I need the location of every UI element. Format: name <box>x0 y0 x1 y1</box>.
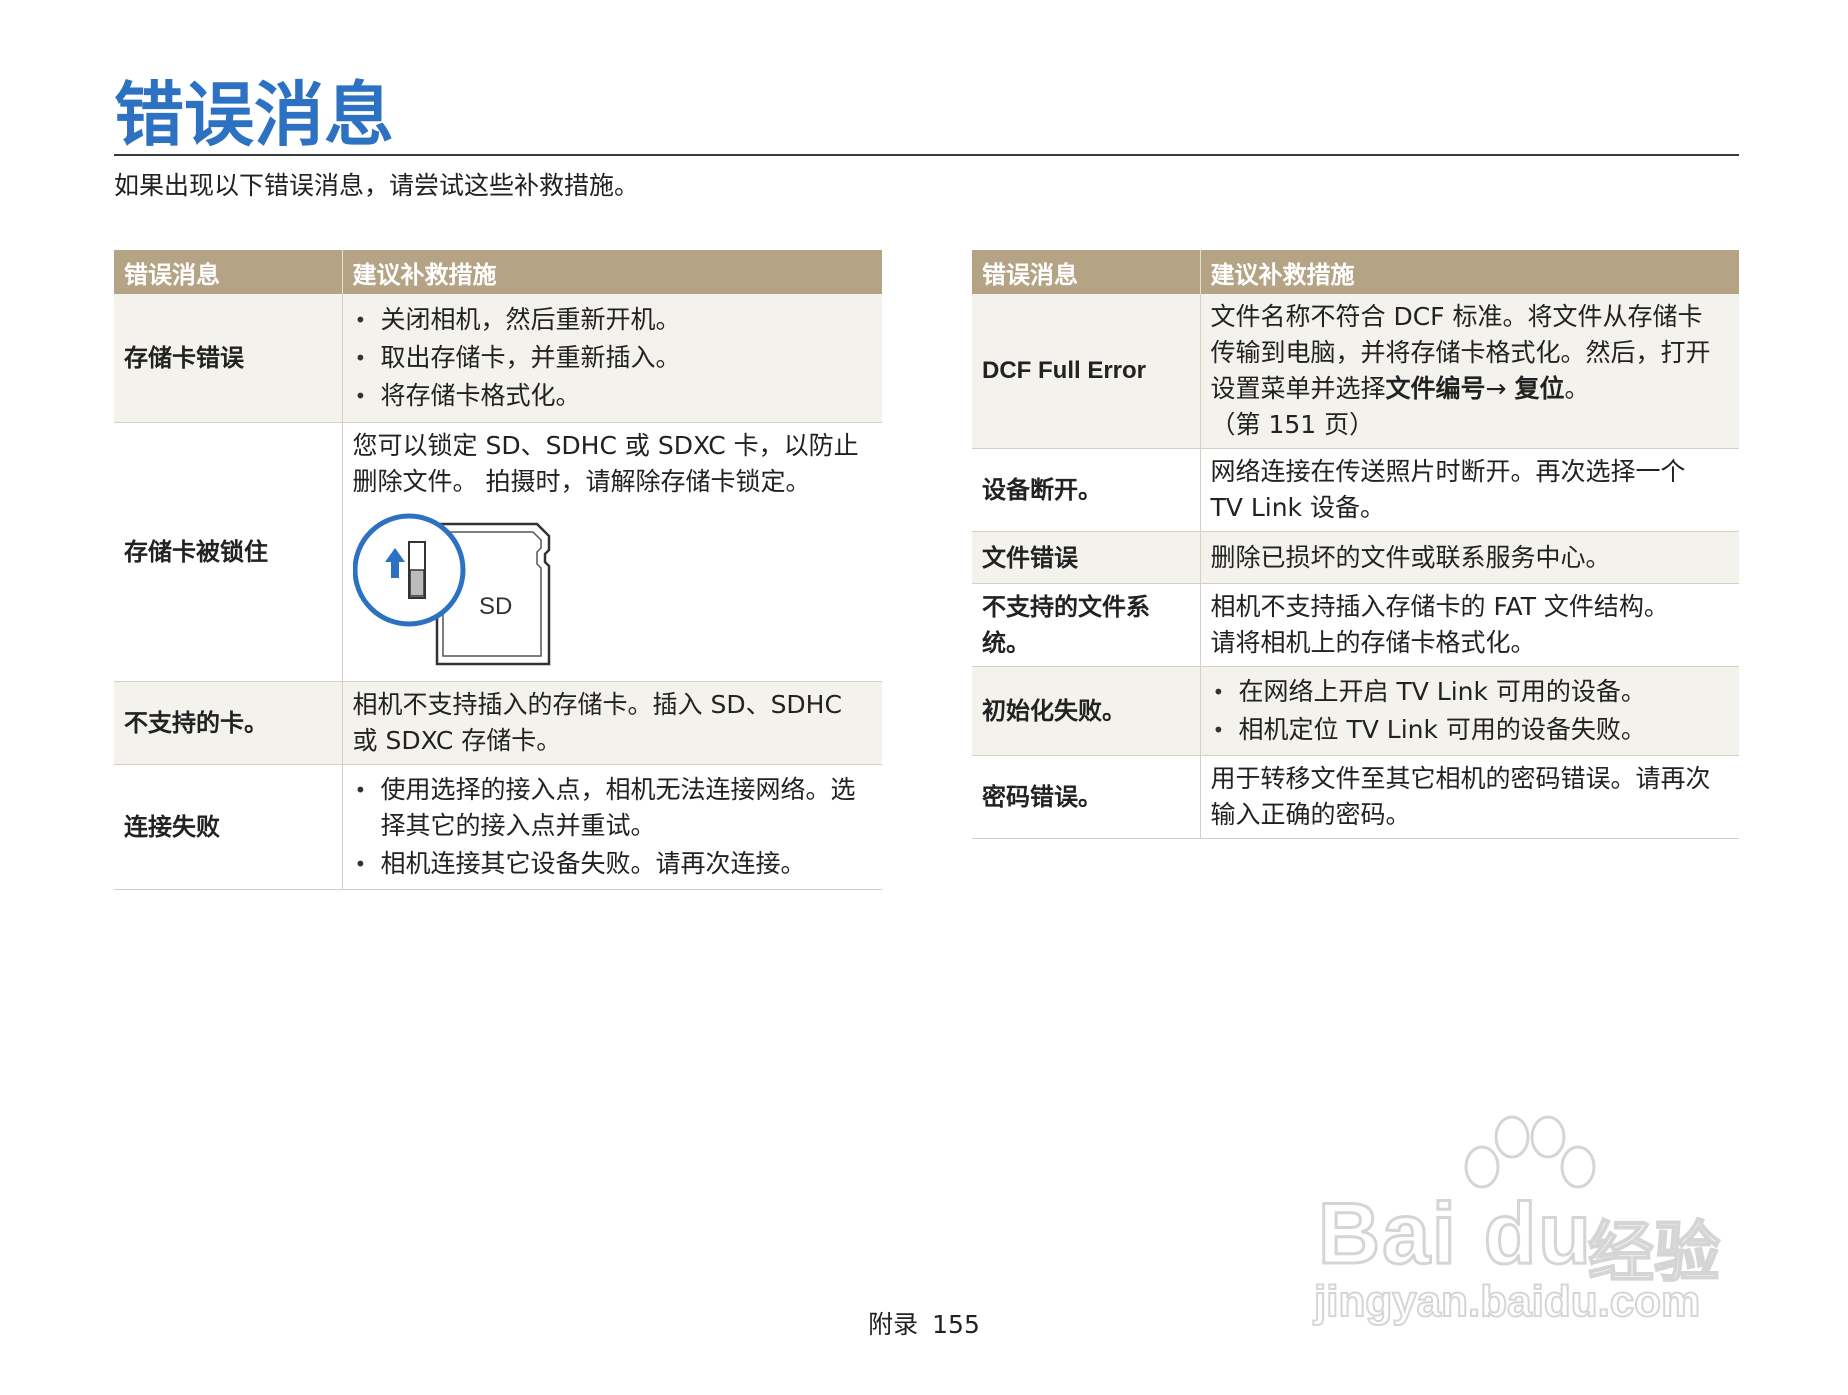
error-table-right: 错误消息 建议补救措施 DCF Full Error 文件名称不符合 DCF 标… <box>972 250 1739 839</box>
error-message-cell: 存储卡错误 <box>114 294 343 423</box>
page-number: 155 <box>932 1310 980 1339</box>
remedy-cell: 您可以锁定 SD、SDHC 或 SDXC 卡，以防止 删除文件。 拍摄时，请解除… <box>342 422 882 682</box>
table-row: 连接失败 使用选择的接入点，相机无法连接网络。选择其它的接入点并重试。 相机连接… <box>114 764 882 890</box>
table-row: DCF Full Error 文件名称不符合 DCF 标准。将文件从存储卡 传输… <box>972 294 1739 449</box>
remedy-list: 在网络上开启 TV Link 可用的设备。 相机定位 TV Link 可用的设备… <box>1211 674 1730 748</box>
list-item: 关闭相机，然后重新开机。 <box>353 302 873 338</box>
error-message-cell: 设备断开。 <box>972 448 1201 532</box>
remedy-list: 关闭相机，然后重新开机。 取出存储卡，并重新插入。 将存储卡格式化。 <box>353 302 873 414</box>
baidu-jingyan-watermark: Bai du 经验 jingyan.baidu.com <box>1310 1115 1750 1330</box>
list-item: 相机连接其它设备失败。请再次连接。 <box>353 846 873 882</box>
error-message-cell: 密码错误。 <box>972 755 1201 839</box>
remedy-cell: 删除已损坏的文件或联系服务中心。 <box>1200 531 1739 584</box>
table-header-row: 错误消息 建议补救措施 <box>972 250 1739 294</box>
arrow-glyph: → <box>1485 374 1515 403</box>
sd-card-lock-illustration: SD <box>352 513 550 665</box>
list-item: 在网络上开启 TV Link 可用的设备。 <box>1211 674 1730 710</box>
list-item: 相机定位 TV Link 可用的设备失败。 <box>1211 712 1730 748</box>
remedy-text-line: 删除文件。 拍摄时，请解除存储卡锁定。 <box>352 466 811 496</box>
table-row: 初始化失败。 在网络上开启 TV Link 可用的设备。 相机定位 TV Lin… <box>972 666 1739 756</box>
column-header-message: 错误消息 <box>972 250 1200 294</box>
column-header-remedy: 建议补救措施 <box>341 250 882 294</box>
remedy-text-line: 设置菜单并选择文件编号→ 复位。 <box>1211 371 1730 407</box>
footer-section: 附录 <box>868 1310 919 1339</box>
sd-card-label: SD <box>479 593 512 620</box>
remedy-cell: 文件名称不符合 DCF 标准。将文件从存储卡 传输到电脑，并将存储卡格式化。然后… <box>1200 294 1739 449</box>
table-row: 存储卡被锁住 您可以锁定 SD、SDHC 或 SDXC 卡，以防止 删除文件。 … <box>114 422 882 682</box>
page-footer: 附录 155 <box>0 1305 1848 1341</box>
remedy-cell: 关闭相机，然后重新开机。 取出存储卡，并重新插入。 将存储卡格式化。 <box>342 294 882 423</box>
remedy-text-line: 用于转移文件至其它相机的密码错误。请再次 <box>1210 764 1711 793</box>
table-row: 设备断开。 网络连接在传送照片时断开。再次选择一个 TV Link 设备。 <box>972 448 1739 532</box>
remedy-text: 设置菜单并选择 <box>1210 374 1386 403</box>
remedy-text-line: 文件名称不符合 DCF 标准。将文件从存储卡 <box>1210 302 1703 331</box>
intro-text: 如果出现以下错误消息，请尝试这些补救措施。 <box>114 171 640 200</box>
remedy-text-line: 请将相机上的存储卡格式化。 <box>1210 628 1536 657</box>
remedy-text-line: 或 SDXC 存储卡。 <box>352 725 562 755</box>
remedy-cell: 用于转移文件至其它相机的密码错误。请再次 输入正确的密码。 <box>1200 755 1739 839</box>
error-message-cell: 连接失败 <box>114 764 343 890</box>
column-header-remedy: 建议补救措施 <box>1199 250 1739 294</box>
remedy-text-line: 删除已损坏的文件或联系服务中心。 <box>1210 542 1611 572</box>
remedy-text-line: 网络连接在传送照片时断开。再次选择一个 <box>1210 457 1686 486</box>
table-header-row: 错误消息 建议补救措施 <box>114 250 882 294</box>
remedy-text-line: 相机不支持插入存储卡的 FAT 文件结构。 <box>1210 592 1669 621</box>
table-row: 密码错误。 用于转移文件至其它相机的密码错误。请再次 输入正确的密码。 <box>972 755 1739 839</box>
remedy-cell: 在网络上开启 TV Link 可用的设备。 相机定位 TV Link 可用的设备… <box>1200 666 1739 756</box>
title-divider <box>114 154 1739 156</box>
menu-path-file-number: 文件编号 <box>1385 374 1486 403</box>
remedy-cell: 相机不支持插入的存储卡。插入 SD、SDHC 或 SDXC 存储卡。 <box>342 681 882 765</box>
error-message-cell: 存储卡被锁住 <box>114 422 343 682</box>
menu-path-reset: 复位 <box>1514 374 1565 403</box>
table-row: 文件错误 删除已损坏的文件或联系服务中心。 <box>972 531 1739 584</box>
table-row: 存储卡错误 关闭相机，然后重新开机。 取出存储卡，并重新插入。 将存储卡格式化。 <box>114 294 882 423</box>
table-row: 不支持的卡。 相机不支持插入的存储卡。插入 SD、SDHC 或 SDXC 存储卡… <box>114 681 882 765</box>
remedy-text-line: 相机不支持插入的存储卡。插入 SD、SDHC <box>352 689 842 719</box>
error-message-cell: DCF Full Error <box>972 294 1201 449</box>
list-item: 使用选择的接入点，相机无法连接网络。选择其它的接入点并重试。 <box>353 772 873 844</box>
remedy-text-line: 输入正确的密码。 <box>1210 800 1411 829</box>
table-row: 不支持的文件系统。 相机不支持插入存储卡的 FAT 文件结构。 请将相机上的存储… <box>972 583 1739 667</box>
remedy-text-line: 传输到电脑，并将存储卡格式化。然后，打开 <box>1210 338 1711 367</box>
error-message-cell: 不支持的卡。 <box>114 681 343 765</box>
error-message-cell: 文件错误 <box>972 531 1201 584</box>
remedy-text-line: TV Link 设备。 <box>1210 493 1385 522</box>
list-item: 取出存储卡，并重新插入。 <box>353 340 873 376</box>
page-reference: （第 151 页） <box>1210 410 1375 439</box>
list-item: 将存储卡格式化。 <box>353 378 873 414</box>
page-title: 错误消息 <box>114 74 394 156</box>
watermark-brand: Bai du <box>1317 1185 1593 1284</box>
error-message-cell: 不支持的文件系统。 <box>972 583 1201 667</box>
remedy-text-line: 您可以锁定 SD、SDHC 或 SDXC 卡，以防止 <box>352 430 859 460</box>
error-message-cell: 初始化失败。 <box>972 666 1201 756</box>
remedy-text: 。 <box>1564 374 1590 403</box>
remedy-list: 使用选择的接入点，相机无法连接网络。选择其它的接入点并重试。 相机连接其它设备失… <box>353 772 873 882</box>
remedy-cell: 使用选择的接入点，相机无法连接网络。选择其它的接入点并重试。 相机连接其它设备失… <box>342 764 882 890</box>
remedy-cell: 相机不支持插入存储卡的 FAT 文件结构。 请将相机上的存储卡格式化。 <box>1200 583 1739 667</box>
error-table-left: 错误消息 建议补救措施 存储卡错误 关闭相机，然后重新开机。 取出存储卡，并重新… <box>114 250 882 890</box>
remedy-cell: 网络连接在传送照片时断开。再次选择一个 TV Link 设备。 <box>1200 448 1739 532</box>
column-header-message: 错误消息 <box>114 250 342 294</box>
